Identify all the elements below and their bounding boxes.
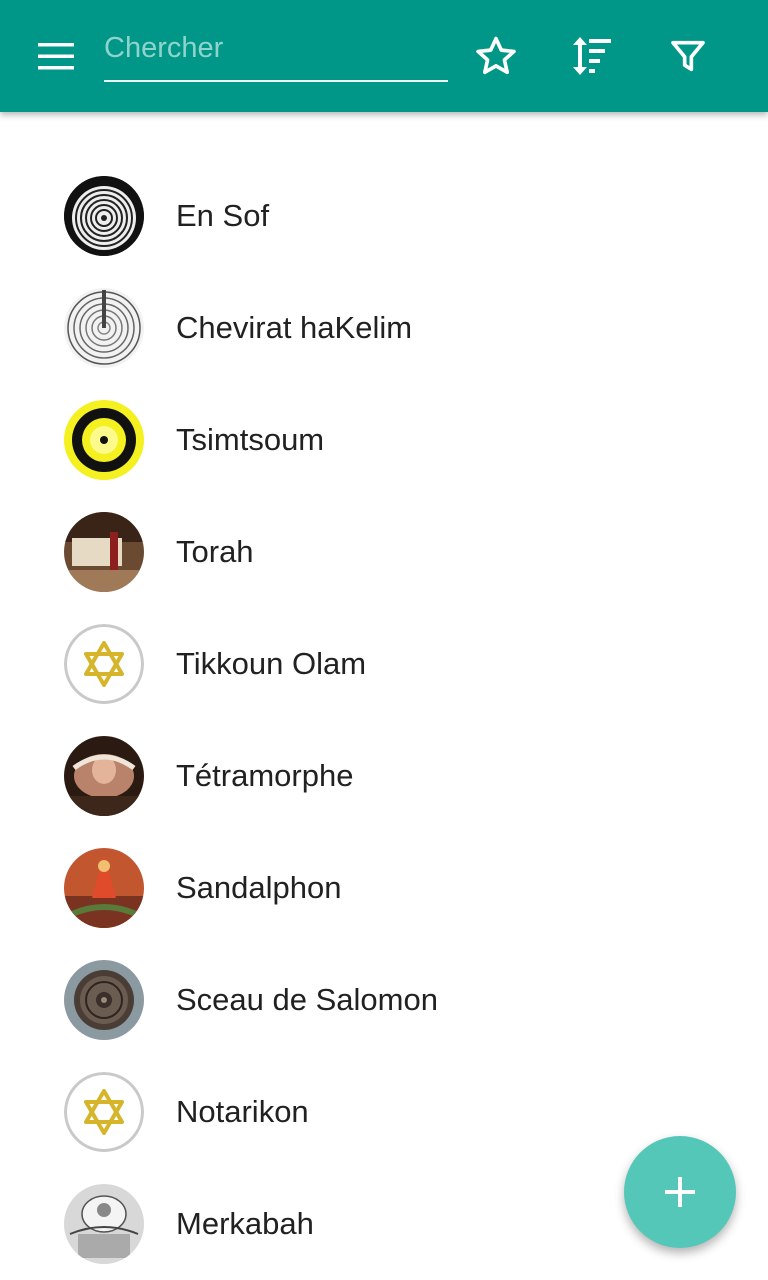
item-label: Tétramorphe xyxy=(176,758,354,793)
item-label: Sceau de Salomon xyxy=(176,982,438,1017)
list-item[interactable]: Tsimtsoum xyxy=(0,384,768,496)
sort-icon xyxy=(573,37,611,75)
item-label: Torah xyxy=(176,534,254,569)
add-button[interactable] xyxy=(624,1136,736,1248)
merkabah-thumbnail xyxy=(64,1184,144,1264)
filter-button[interactable] xyxy=(656,24,720,88)
en-sof-thumbnail xyxy=(64,176,144,256)
item-label: Chevirat haKelim xyxy=(176,310,413,345)
torah-thumbnail xyxy=(64,512,144,592)
item-label: Tsimtsoum xyxy=(176,422,325,457)
list-item[interactable]: Chevirat haKelim xyxy=(0,272,768,384)
seal-thumbnail xyxy=(64,960,144,1040)
item-label: Sandalphon xyxy=(176,870,342,905)
sort-button[interactable] xyxy=(560,24,624,88)
star-of-david-thumbnail xyxy=(64,1072,144,1152)
filter-icon xyxy=(671,40,705,72)
menu-icon xyxy=(38,43,74,70)
item-label: Tikkoun Olam xyxy=(176,646,367,681)
list-item[interactable]: Torah xyxy=(0,496,768,608)
plus-icon xyxy=(665,1177,695,1207)
favorites-button[interactable] xyxy=(464,24,528,88)
item-label: Merkabah xyxy=(176,1206,314,1241)
list-item[interactable]: En Sof xyxy=(0,160,768,272)
menu-button[interactable] xyxy=(24,24,88,88)
chevirat-thumbnail xyxy=(64,288,144,368)
star-of-david-thumbnail xyxy=(64,624,144,704)
list-item[interactable]: Sceau de Salomon xyxy=(0,944,768,1056)
app-toolbar xyxy=(0,0,768,112)
list-item[interactable]: Sandalphon xyxy=(0,832,768,944)
star-outline-icon xyxy=(476,36,516,75)
sandalphon-thumbnail xyxy=(64,848,144,928)
tetramorphe-thumbnail xyxy=(64,736,144,816)
tsimtsoum-thumbnail xyxy=(64,400,144,480)
search-field xyxy=(104,22,448,82)
list-item[interactable]: Tikkoun Olam xyxy=(0,608,768,720)
item-label: En Sof xyxy=(176,198,270,233)
list-item[interactable]: Tétramorphe xyxy=(0,720,768,832)
item-label: Notarikon xyxy=(176,1094,309,1129)
search-input[interactable] xyxy=(104,26,448,70)
concept-list: En Sof Chevirat haKelim Tsimtsoum Torah … xyxy=(0,160,768,1280)
